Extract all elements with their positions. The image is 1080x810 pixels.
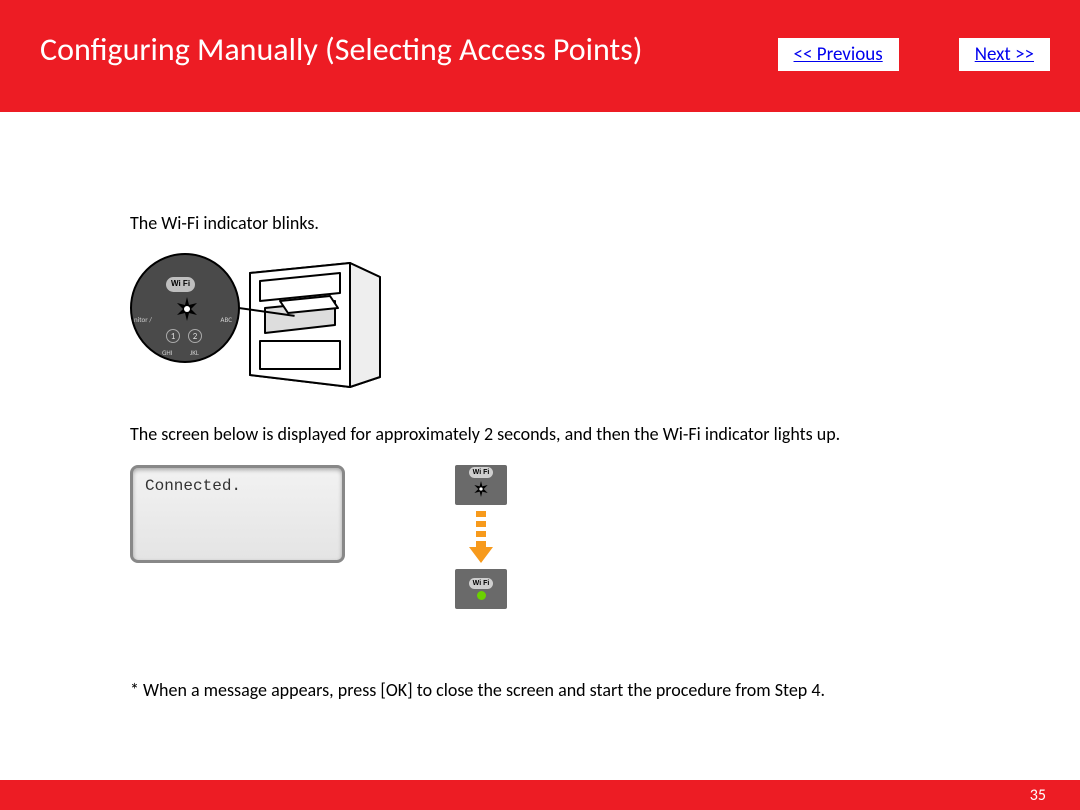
dial-label: nitor / — [134, 315, 152, 324]
status-illustration-row: Connected. Wi Fi Wi Fi — [130, 465, 950, 609]
led-on-icon — [477, 591, 486, 600]
wifi-badge-icon: Wi Fi — [166, 277, 195, 291]
previous-button[interactable]: << Previous — [778, 38, 899, 71]
header-bar: Configuring Manually (Selecting Access P… — [0, 0, 1080, 112]
printer-illustration: Wi Fi 1 2 nitor / ABC GHI JKL — [130, 253, 950, 393]
lcd-text: Connected. — [145, 477, 241, 495]
wifi-state-diagram: Wi Fi Wi Fi — [455, 465, 507, 609]
text-screen-displayed: The screen below is displayed for approx… — [130, 423, 950, 446]
wifi-chip-on-icon: Wi Fi — [455, 569, 507, 609]
lcd-screen: Connected. — [130, 465, 345, 563]
page-title: Configuring Manually (Selecting Access P… — [40, 30, 642, 69]
starburst-icon — [473, 480, 489, 503]
wifi-badge-icon: Wi Fi — [469, 578, 494, 589]
arrow-down-icon — [470, 511, 492, 563]
next-button[interactable]: Next >> — [959, 38, 1050, 71]
dial-label: GHI — [162, 348, 173, 357]
dial-label: ABC — [220, 315, 232, 324]
footer-bar: 35 — [0, 780, 1080, 810]
text-wifi-blinks: The Wi-Fi indicator blinks. — [130, 212, 950, 235]
nav-buttons: << Previous Next >> — [778, 38, 1050, 71]
wifi-chip-blinking-icon: Wi Fi — [455, 465, 507, 505]
dial-label: JKL — [190, 348, 199, 357]
wifi-badge-icon: Wi Fi — [469, 467, 494, 478]
starburst-icon — [175, 297, 199, 321]
control-dial-icon: Wi Fi 1 2 nitor / ABC GHI JKL — [130, 253, 240, 363]
text-note: * When a message appears, press [OK] to … — [130, 679, 950, 702]
content-area: The Wi-Fi indicator blinks. — [0, 112, 1080, 702]
dial-number-1: 1 — [166, 329, 180, 343]
dial-number-2: 2 — [188, 329, 202, 343]
page-number: 35 — [1030, 786, 1046, 805]
